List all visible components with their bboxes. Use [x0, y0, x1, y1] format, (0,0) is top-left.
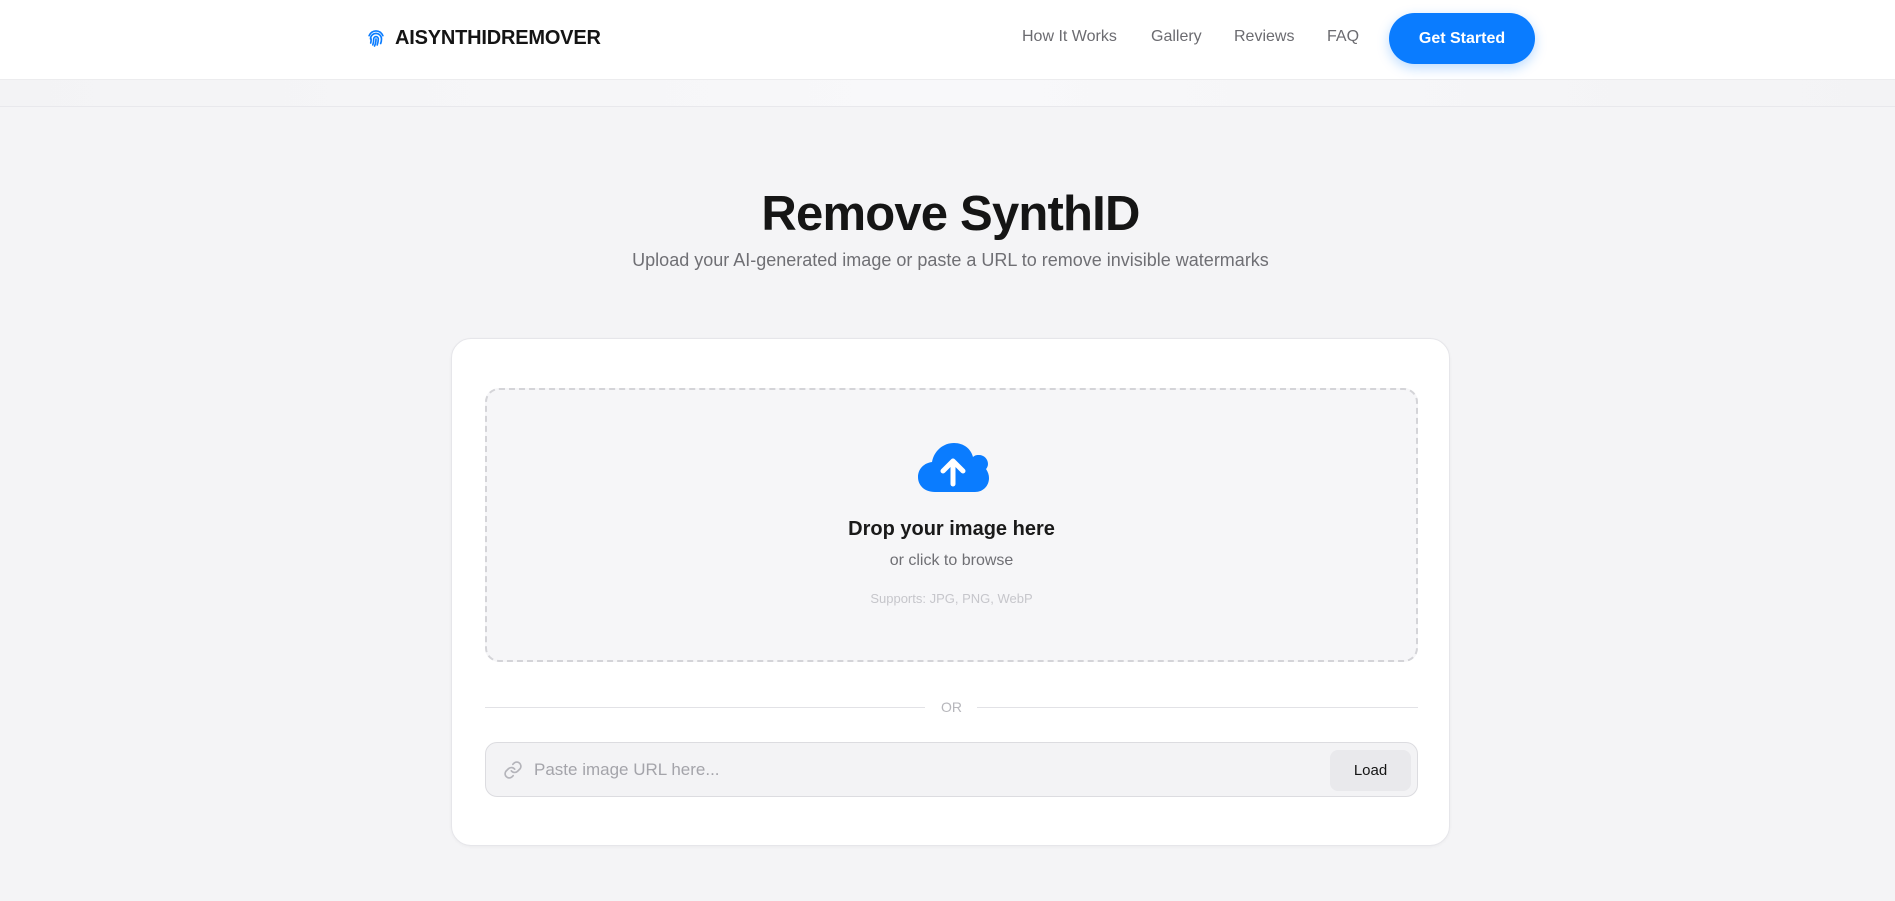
brand-name: AISYNTHIDREMOVER [395, 26, 601, 49]
nav-faq[interactable]: FAQ [1327, 28, 1359, 48]
url-input-group: Load [485, 742, 1418, 797]
image-dropzone[interactable]: Drop your image here or click to browse … [485, 388, 1418, 662]
get-started-button[interactable]: Get Started [1389, 13, 1535, 64]
or-divider: OR [485, 699, 1418, 715]
page-title: Remove SynthID [761, 187, 1140, 241]
nav-reviews[interactable]: Reviews [1234, 28, 1294, 48]
divider-line-right [977, 707, 1418, 708]
upload-card: Drop your image here or click to browse … [451, 338, 1450, 846]
link-icon [504, 761, 522, 779]
brand-logo[interactable]: AISYNTHIDREMOVER [365, 24, 601, 52]
nav-gallery[interactable]: Gallery [1151, 28, 1202, 48]
nav-how-it-works[interactable]: How It Works [1022, 28, 1117, 48]
site-header: AISYNTHIDREMOVER How It Works Gallery Re… [0, 0, 1895, 80]
header-divider-strip [0, 80, 1895, 107]
dropzone-title: Drop your image here [848, 518, 1055, 540]
supported-formats: Supports: JPG, PNG, WebP [870, 591, 1033, 606]
dropzone-subtitle: or click to browse [889, 552, 1014, 569]
fingerprint-icon [368, 30, 384, 47]
cloud-upload-icon [918, 443, 989, 492]
image-url-input[interactable] [534, 753, 1314, 787]
load-button[interactable]: Load [1330, 750, 1411, 791]
page-subtitle: Upload your AI-generated image or paste … [632, 250, 1269, 270]
